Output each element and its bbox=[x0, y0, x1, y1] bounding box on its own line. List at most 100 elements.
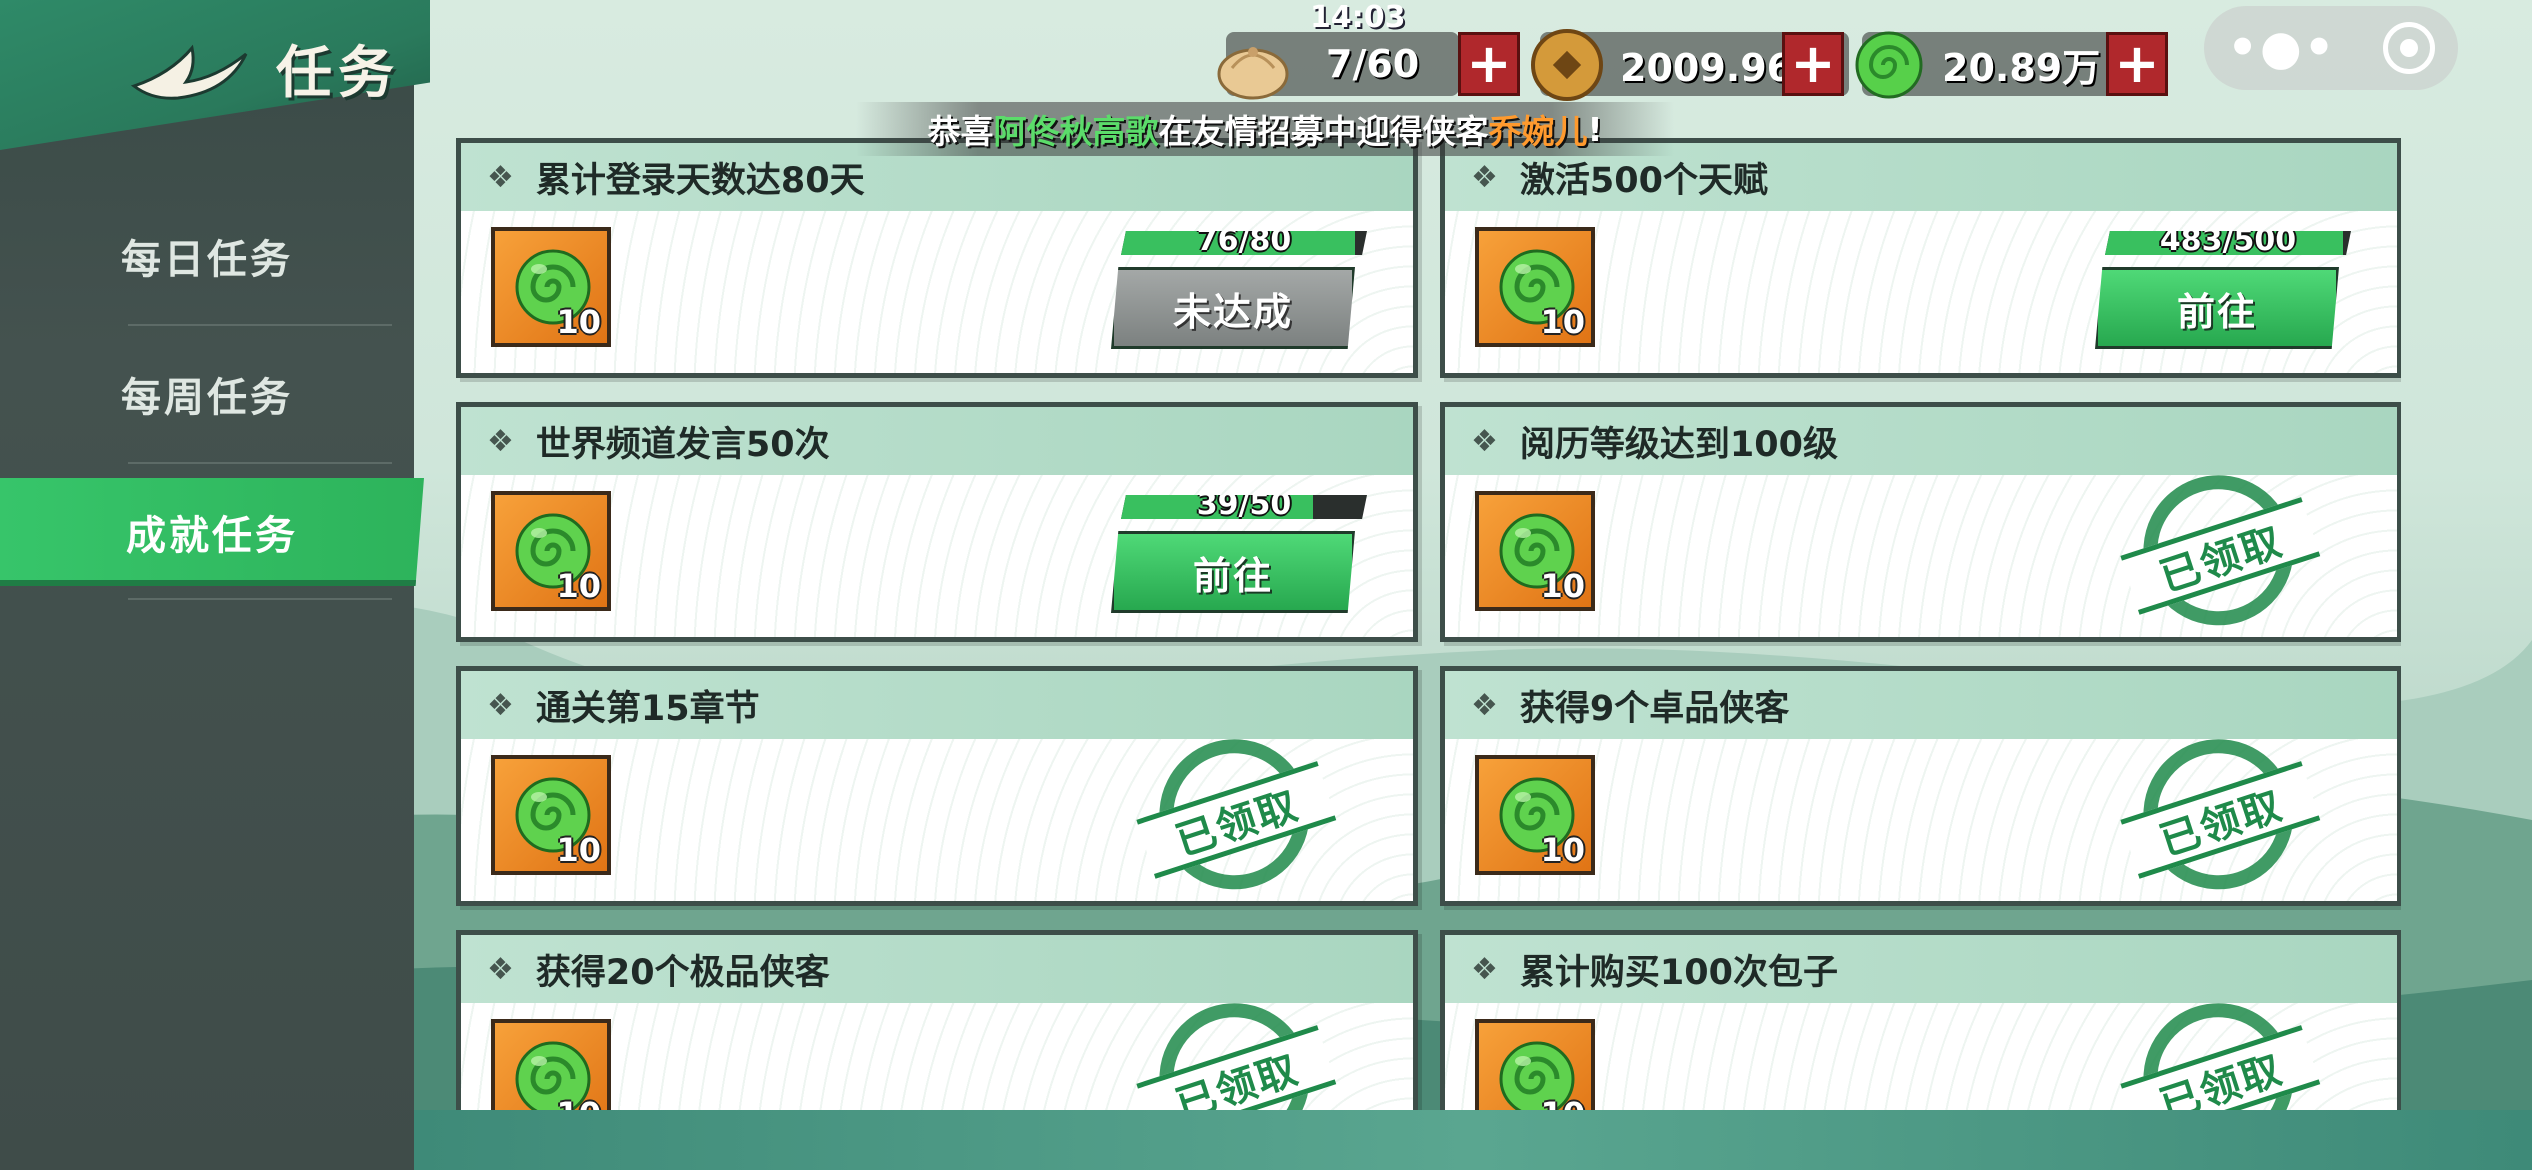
reward-item[interactable]: 10 bbox=[1475, 491, 1595, 611]
coin-icon bbox=[1531, 29, 1603, 101]
reward-item[interactable]: 10 bbox=[491, 755, 611, 875]
task-header: ❖ 通关第15章节 bbox=[461, 671, 1413, 739]
divider bbox=[128, 324, 392, 326]
task-body: 10 已领取 bbox=[461, 983, 1413, 1110]
progress-text: 483/500 bbox=[2159, 223, 2297, 258]
sidebar-item-label: 每周任务 bbox=[121, 375, 293, 421]
task-card: ❖ 世界频道发言50次 10 39/50 前往 bbox=[456, 402, 1418, 642]
task-header: ❖ 阅历等级达到100级 bbox=[1445, 407, 2397, 475]
add-coin-button[interactable]: + bbox=[1782, 32, 1844, 96]
task-card: ❖ 累计登录天数达80天 10 76/80 未达成 bbox=[456, 138, 1418, 378]
status-time: 14:03 bbox=[1310, 0, 1406, 35]
divider bbox=[128, 462, 392, 464]
announcement-marquee: 恭喜 阿佟秋高歌 在友情招募中迎得侠客 乔婉儿! bbox=[856, 102, 1674, 156]
task-body: 10已领取 bbox=[1445, 455, 2397, 645]
diamond-icon: ❖ bbox=[1471, 687, 1498, 723]
task-body: 10 已领取 bbox=[1445, 983, 2397, 1110]
task-header: ❖ 获得9个卓品侠客 bbox=[1445, 671, 2397, 739]
sidebar-item-label: 每日任务 bbox=[121, 237, 293, 283]
task-card: ❖ 获得9个卓品侠客 10 已领取 bbox=[1440, 666, 2401, 909]
reward-count: 10 bbox=[556, 1095, 601, 1110]
task-title: 激活500个天赋 bbox=[1519, 160, 1768, 201]
sidebar-item-achievement[interactable]: 成就任务 bbox=[0, 478, 424, 586]
task-body: 10 483/500 前往 bbox=[1445, 211, 2397, 373]
task-card: ❖ 阅历等级达到100级 10 已领取 bbox=[1440, 402, 2401, 645]
task-title: 获得9个卓品侠客 bbox=[1519, 688, 1790, 729]
marquee-middle: 在友情招募中迎得侠客 bbox=[1158, 112, 1489, 151]
reward-item[interactable]: 10 bbox=[491, 1019, 611, 1110]
go-button[interactable]: 前往 bbox=[1111, 531, 1355, 613]
task-header: ❖ 获得20个极品侠客 bbox=[461, 935, 1413, 1003]
progress-bar: 483/500 bbox=[2105, 231, 2351, 255]
task-title: 阅历等级达到100级 bbox=[1519, 424, 1838, 465]
marquee-player: 阿佟秋高歌 bbox=[993, 112, 1159, 151]
marquee-hero: 乔婉儿 bbox=[1488, 112, 1588, 151]
task-body: 10 76/80 未达成 bbox=[461, 211, 1413, 373]
marquee-suffix: ! bbox=[1587, 109, 1603, 149]
progress-text: 39/50 bbox=[1196, 487, 1292, 522]
diamond-icon: ❖ bbox=[487, 687, 514, 723]
reward-item[interactable]: 10 bbox=[1475, 1019, 1595, 1110]
task-card: ❖ 累计购买100次包子 10 已领取 bbox=[1440, 930, 2401, 1110]
sidebar-item-weekly[interactable]: 每周任务 bbox=[0, 334, 414, 454]
claimed-stamp: 已领取 bbox=[2108, 455, 2332, 651]
more-icon[interactable]: •●• bbox=[2227, 20, 2336, 76]
back-swallow-icon[interactable] bbox=[130, 34, 250, 104]
sidebar: 任务 每日任务 每周任务 成就任务 bbox=[0, 0, 430, 1170]
go-button[interactable]: 前往 bbox=[2095, 267, 2339, 349]
add-bun-button[interactable]: + bbox=[1458, 32, 1520, 96]
sidebar-item-daily[interactable]: 每日任务 bbox=[0, 196, 414, 316]
reward-count: 10 bbox=[556, 303, 601, 341]
task-list[interactable]: ❖ 累计登录天数达80天 10 76/80 未达成 ❖ 激活500个天赋 10 483/500 前… bbox=[456, 138, 2401, 1110]
diamond-icon: ❖ bbox=[487, 159, 514, 195]
task-body: 10已领取 bbox=[1445, 719, 2397, 909]
diamond-icon: ❖ bbox=[1471, 159, 1498, 195]
bun-icon bbox=[1217, 47, 1289, 100]
task-card: ❖ 获得20个极品侠客 10 已领取 bbox=[456, 930, 1418, 1110]
progress-bar: 76/80 bbox=[1121, 231, 1367, 255]
task-title: 累计登录天数达80天 bbox=[535, 160, 865, 201]
sidebar-item-label: 成就任务 bbox=[126, 513, 298, 559]
claimed-stamp: 已领取 bbox=[2108, 719, 2332, 915]
progress-bar: 39/50 bbox=[1121, 495, 1367, 519]
mini-program-capsule: •●• bbox=[2204, 6, 2458, 90]
claimed-stamp: 已领取 bbox=[2108, 983, 2332, 1110]
close-target-icon[interactable] bbox=[2382, 22, 2435, 74]
reward-count: 10 bbox=[1540, 567, 1585, 605]
reward-item[interactable]: 10 bbox=[1475, 227, 1595, 347]
marquee-prefix: 恭喜 bbox=[927, 112, 994, 151]
not-achieved-button[interactable]: 未达成 bbox=[1111, 267, 1355, 349]
reward-count: 10 bbox=[556, 831, 601, 869]
reward-item[interactable]: 10 bbox=[491, 227, 611, 347]
bottom-decor-strip bbox=[414, 1110, 2532, 1170]
task-body: 10 39/50 前往 bbox=[461, 475, 1413, 637]
reward-item[interactable]: 10 bbox=[491, 491, 611, 611]
resource-bun: 7/60 bbox=[1217, 32, 1460, 100]
task-header: ❖ 世界频道发言50次 bbox=[461, 407, 1413, 475]
task-header: ❖ 累计购买100次包子 bbox=[1445, 935, 2397, 1003]
title-area: 任务 bbox=[130, 28, 400, 109]
page-title: 任务 bbox=[276, 40, 400, 106]
diamond-icon: ❖ bbox=[1471, 423, 1498, 459]
reward-item[interactable]: 10 bbox=[1475, 755, 1595, 875]
task-title: 累计购买100次包子 bbox=[1519, 952, 1838, 993]
task-card: ❖ 激活500个天赋 10 483/500 前往 bbox=[1440, 138, 2401, 378]
reward-count: 10 bbox=[556, 567, 601, 605]
reward-count: 10 bbox=[1540, 831, 1585, 869]
task-body: 10已领取 bbox=[461, 719, 1413, 909]
task-card: ❖ 通关第15章节 10 已领取 bbox=[456, 666, 1418, 909]
task-title: 获得20个极品侠客 bbox=[535, 952, 830, 993]
claimed-stamp: 已领取 bbox=[1124, 983, 1348, 1110]
progress-text: 76/80 bbox=[1196, 223, 1292, 258]
diamond-icon: ❖ bbox=[487, 951, 514, 987]
diamond-icon: ❖ bbox=[487, 423, 514, 459]
reward-count: 10 bbox=[1540, 1095, 1585, 1110]
claimed-stamp: 已领取 bbox=[1124, 719, 1348, 915]
resource-jade: 20.89万 bbox=[1855, 31, 2129, 99]
divider bbox=[128, 598, 392, 600]
add-jade-button[interactable]: + bbox=[2106, 32, 2168, 96]
task-title: 世界频道发言50次 bbox=[535, 424, 830, 465]
diamond-icon: ❖ bbox=[1471, 951, 1498, 987]
jade-icon bbox=[1855, 31, 1923, 99]
reward-count: 10 bbox=[1540, 303, 1585, 341]
